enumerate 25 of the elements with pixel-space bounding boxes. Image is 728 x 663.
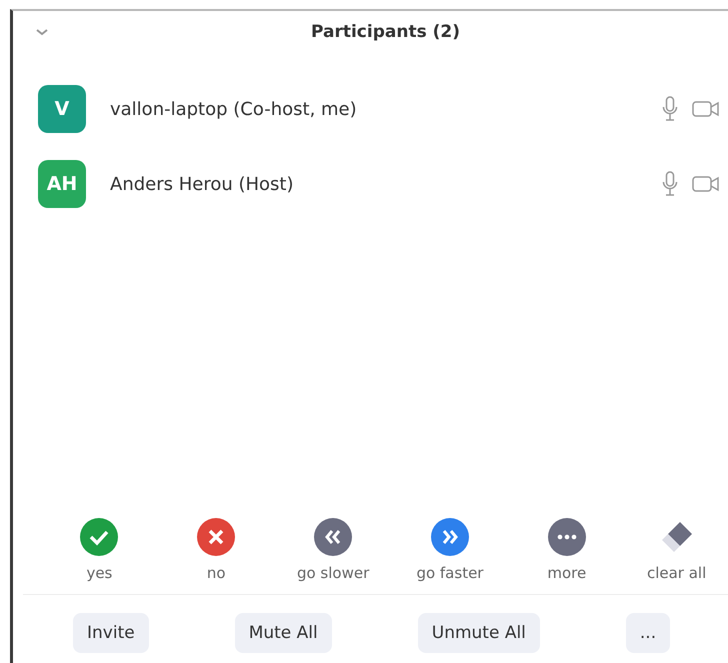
check-icon[interactable] xyxy=(80,518,118,556)
participant-name: Anders Herou (Host) xyxy=(110,174,295,194)
reaction-label: no xyxy=(206,564,226,582)
action-button[interactable]: Mute All xyxy=(234,613,332,653)
action-button[interactable]: Unmute All xyxy=(418,613,540,653)
panel-title: Participants (2) xyxy=(310,22,461,42)
close-icon[interactable] xyxy=(197,518,236,556)
fast-forward-icon[interactable] xyxy=(430,518,469,556)
chevron-icon[interactable] xyxy=(35,27,49,37)
reaction-label: clear all xyxy=(646,564,706,582)
more-button[interactable]: ... xyxy=(626,613,670,653)
video-camera-icon[interactable] xyxy=(692,99,720,119)
video-camera-icon[interactable] xyxy=(692,174,720,194)
microphone-icon[interactable] xyxy=(662,171,678,197)
avatar: AH xyxy=(38,160,86,208)
reaction-label: yes xyxy=(86,564,112,582)
participant-name: vallon-laptop (Co-host, me) xyxy=(110,98,358,120)
microphone-icon[interactable] xyxy=(662,96,678,122)
reaction-label: go faster xyxy=(416,564,484,582)
more-icon[interactable] xyxy=(548,518,586,556)
action-button[interactable]: Invite xyxy=(73,613,149,653)
reaction-label: go slower xyxy=(296,564,370,582)
reaction-label: more xyxy=(547,564,586,582)
rewind-icon[interactable] xyxy=(314,518,352,556)
avatar: V xyxy=(38,85,86,133)
